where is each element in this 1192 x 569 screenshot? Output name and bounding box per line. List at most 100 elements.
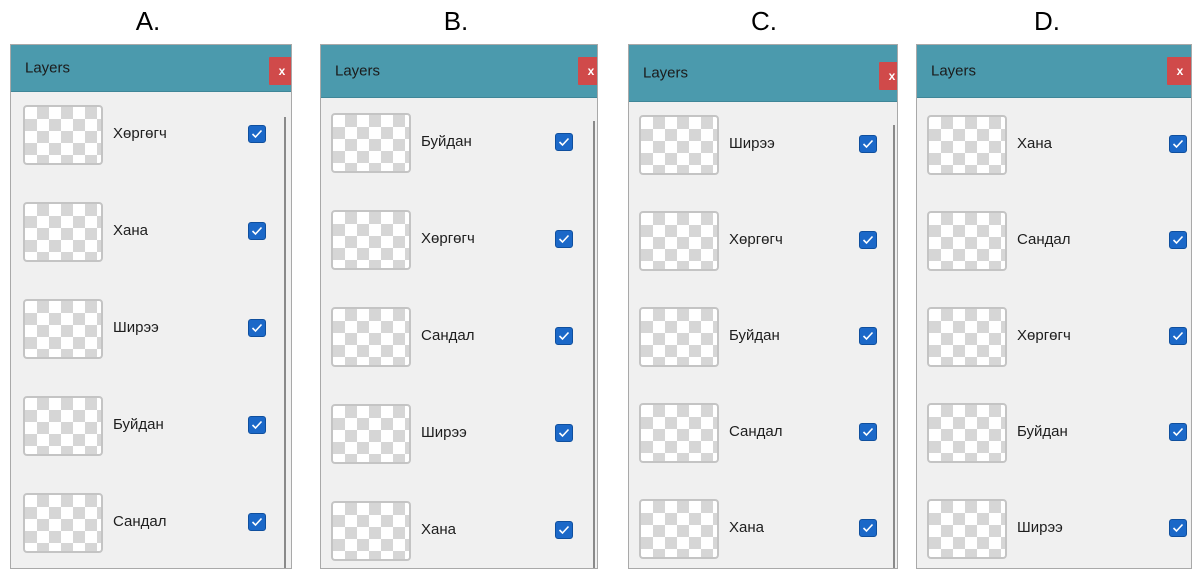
layer-item[interactable]: Хөргөгч [321, 208, 597, 272]
checkmark-icon [1172, 331, 1184, 341]
layer-item[interactable]: Хана [11, 200, 291, 264]
layer-visibility-checkbox[interactable] [859, 519, 877, 537]
transparent-thumbnail-icon [927, 115, 1007, 175]
layer-visibility-checkbox[interactable] [859, 423, 877, 441]
layer-visibility-checkbox[interactable] [859, 327, 877, 345]
checkmark-icon [251, 226, 263, 236]
layer-name: Ширээ [113, 319, 159, 336]
layer-name: Буйдан [113, 416, 164, 433]
close-icon: x [888, 69, 896, 83]
transparent-thumbnail-icon [927, 307, 1007, 367]
layer-name: Хана [1017, 135, 1052, 152]
layer-visibility-checkbox[interactable] [248, 222, 266, 240]
layers-panel-a: Layers x Хөргөгч Хана Ширээ Буйдан Сандал [10, 44, 292, 569]
checkmark-icon [1172, 427, 1184, 437]
close-button[interactable]: x [1167, 57, 1191, 85]
layer-visibility-checkbox[interactable] [555, 424, 573, 442]
layer-item[interactable]: Сандал [321, 305, 597, 369]
transparent-thumbnail-icon [331, 307, 411, 367]
layer-visibility-checkbox[interactable] [555, 327, 573, 345]
layer-visibility-checkbox[interactable] [555, 133, 573, 151]
transparent-thumbnail-icon [639, 307, 719, 367]
layer-item[interactable]: Хөргөгч [11, 103, 291, 167]
layer-visibility-checkbox[interactable] [1169, 519, 1187, 537]
panel-titlebar: Layers [321, 45, 597, 98]
transparent-thumbnail-icon [639, 211, 719, 271]
checkmark-icon [862, 139, 874, 149]
layer-visibility-checkbox[interactable] [1169, 423, 1187, 441]
option-label-b: B. [443, 6, 469, 36]
layer-item[interactable]: Буйдан [321, 111, 597, 175]
transparent-thumbnail-icon [23, 105, 103, 165]
layer-item[interactable]: Хөргөгч [629, 209, 897, 273]
transparent-thumbnail-icon [639, 403, 719, 463]
layer-item[interactable]: Сандал [629, 401, 897, 465]
layer-name: Хана [421, 521, 456, 538]
layer-item[interactable]: Ширээ [629, 113, 897, 177]
layer-visibility-checkbox[interactable] [248, 513, 266, 531]
layer-visibility-checkbox[interactable] [859, 231, 877, 249]
checkmark-icon [1172, 235, 1184, 245]
layer-name: Сандал [729, 423, 783, 440]
layer-name: Буйдан [1017, 423, 1068, 440]
close-icon: x [278, 64, 286, 78]
layer-name: Хөргөгч [1017, 327, 1071, 344]
close-button[interactable]: x [879, 62, 897, 90]
checkmark-icon [558, 525, 570, 535]
close-button[interactable]: x [269, 57, 291, 85]
layer-item[interactable]: Хөргөгч [917, 305, 1191, 369]
layer-visibility-checkbox[interactable] [859, 135, 877, 153]
layer-item[interactable]: Ширээ [11, 297, 291, 361]
checkmark-icon [251, 129, 263, 139]
layer-item[interactable]: Буйдан [11, 394, 291, 458]
layer-item[interactable]: Хана [917, 113, 1191, 177]
checkmark-icon [251, 517, 263, 527]
checkmark-icon [862, 523, 874, 533]
transparent-thumbnail-icon [23, 493, 103, 553]
layer-name: Буйдан [421, 133, 472, 150]
layer-visibility-checkbox[interactable] [555, 230, 573, 248]
layer-item[interactable]: Хана [321, 499, 597, 563]
layer-item[interactable]: Ширээ [321, 402, 597, 466]
layer-item[interactable]: Буйдан [917, 401, 1191, 465]
panel-title: Layers [643, 64, 689, 82]
layer-item[interactable]: Буйдан [629, 305, 897, 369]
checkmark-icon [558, 331, 570, 341]
option-label-a: A. [135, 6, 161, 36]
option-label-d: D. [1034, 6, 1060, 36]
transparent-thumbnail-icon [927, 403, 1007, 463]
checkmark-icon [558, 137, 570, 147]
layer-name: Хөргөгч [421, 230, 475, 247]
checkmark-icon [862, 427, 874, 437]
layer-visibility-checkbox[interactable] [248, 416, 266, 434]
layer-name: Хөргөгч [729, 231, 783, 248]
layer-item[interactable]: Хана [629, 497, 897, 561]
panel-title: Layers [335, 62, 381, 80]
layers-panel-b: Layers x Буйдан Хөргөгч Сандал Ширээ Хана [320, 44, 598, 569]
checkmark-icon [1172, 523, 1184, 533]
layer-item[interactable]: Сандал [917, 209, 1191, 273]
transparent-thumbnail-icon [639, 499, 719, 559]
layer-name: Сандал [1017, 231, 1071, 248]
layer-name: Хана [729, 519, 764, 536]
layer-name: Хөргөгч [113, 125, 167, 142]
layer-visibility-checkbox[interactable] [1169, 231, 1187, 249]
layer-visibility-checkbox[interactable] [555, 521, 573, 539]
layer-visibility-checkbox[interactable] [248, 125, 266, 143]
panel-titlebar: Layers [11, 45, 291, 92]
layer-name: Хана [113, 222, 148, 239]
close-button[interactable]: x [578, 57, 597, 85]
transparent-thumbnail-icon [331, 210, 411, 270]
option-label-c: C. [751, 6, 777, 36]
layer-visibility-checkbox[interactable] [248, 319, 266, 337]
layer-item[interactable]: Сандал [11, 491, 291, 555]
layer-name: Буйдан [729, 327, 780, 344]
checkmark-icon [1172, 139, 1184, 149]
layer-visibility-checkbox[interactable] [1169, 135, 1187, 153]
layer-item[interactable]: Ширээ [917, 497, 1191, 561]
transparent-thumbnail-icon [927, 499, 1007, 559]
layer-visibility-checkbox[interactable] [1169, 327, 1187, 345]
transparent-thumbnail-icon [927, 211, 1007, 271]
checkmark-icon [558, 234, 570, 244]
close-icon: x [1176, 64, 1184, 78]
